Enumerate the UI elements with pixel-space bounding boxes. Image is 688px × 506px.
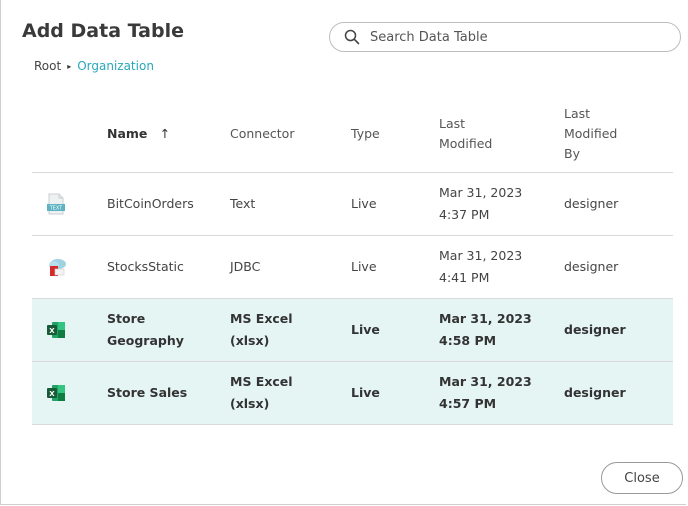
column-header-name[interactable]: Name ↑ xyxy=(107,96,230,173)
row-modified-date: Mar 31, 2023 xyxy=(439,311,532,326)
breadcrumb: Root ▸ Organization xyxy=(34,59,154,73)
dialog-title: Add Data Table xyxy=(22,20,184,42)
row-connector: MS Excel (xlsx) xyxy=(230,298,351,362)
breadcrumb-root[interactable]: Root xyxy=(34,59,61,73)
row-connector: MS Excel (xlsx) xyxy=(230,361,351,425)
row-type: Live xyxy=(351,172,439,236)
row-modified-time: 4:57 PM xyxy=(439,396,497,411)
search-icon xyxy=(344,29,360,45)
row-modified-date: Mar 31, 2023 xyxy=(439,185,523,200)
row-last-modified: Mar 31, 2023 4:37 PM xyxy=(439,172,564,236)
row-connector: JDBC xyxy=(230,235,351,299)
text-file-icon: TEXT xyxy=(47,193,65,215)
jdbc-icon xyxy=(49,259,66,276)
row-name: Store Geography xyxy=(107,298,230,362)
row-last-modified: Mar 31, 2023 4:57 PM xyxy=(439,361,564,425)
row-modified-time: 4:37 PM xyxy=(439,207,490,222)
search-input[interactable] xyxy=(370,29,650,45)
svg-text:X: X xyxy=(49,390,55,398)
data-table-list: Name ↑ Connector Type Last Modified Last… xyxy=(32,96,673,425)
row-modified-by: designer xyxy=(564,298,673,362)
row-modified-date: Mar 31, 2023 xyxy=(439,248,523,263)
close-button[interactable]: Close xyxy=(601,462,683,494)
column-header-last-modified[interactable]: Last Modified xyxy=(439,96,564,173)
svg-text:TEXT: TEXT xyxy=(49,206,64,212)
row-type: Live xyxy=(351,361,439,425)
column-header-last-modified-by[interactable]: Last Modified By xyxy=(564,96,673,173)
column-name-label: Name xyxy=(107,126,148,141)
row-modified-time: 4:41 PM xyxy=(439,270,490,285)
search-box[interactable] xyxy=(329,22,681,52)
add-data-table-dialog: Add Data Table Root ▸ Organization Name … xyxy=(0,0,686,505)
row-type: Live xyxy=(351,298,439,362)
table-row[interactable]: X Store Geography MS Excel (xlsx) Live M… xyxy=(32,298,673,362)
table-row[interactable]: TEXT BitCoinOrders Text Live Mar 31, 202… xyxy=(32,172,673,236)
row-modified-time: 4:58 PM xyxy=(439,333,497,348)
svg-text:X: X xyxy=(49,327,55,335)
row-name: Store Sales xyxy=(107,361,230,425)
table-header-row: Name ↑ Connector Type Last Modified Last… xyxy=(32,96,673,173)
row-modified-by: designer xyxy=(564,235,673,299)
excel-icon: X xyxy=(47,385,65,401)
row-last-modified: Mar 31, 2023 4:41 PM xyxy=(439,235,564,299)
row-modified-by: designer xyxy=(564,172,673,236)
table-row[interactable]: StocksStatic JDBC Live Mar 31, 2023 4:41… xyxy=(32,235,673,299)
icon-column-header xyxy=(32,96,107,173)
row-type: Live xyxy=(351,235,439,299)
breadcrumb-current[interactable]: Organization xyxy=(77,59,154,73)
breadcrumb-separator-icon: ▸ xyxy=(67,61,72,71)
table-row[interactable]: X Store Sales MS Excel (xlsx) Live Mar 3… xyxy=(32,361,673,425)
sort-ascending-icon[interactable]: ↑ xyxy=(160,126,170,141)
row-connector: Text xyxy=(230,172,351,236)
row-last-modified: Mar 31, 2023 4:58 PM xyxy=(439,298,564,362)
excel-icon: X xyxy=(47,322,65,338)
column-header-connector[interactable]: Connector xyxy=(230,96,351,173)
row-modified-by: designer xyxy=(564,361,673,425)
row-modified-date: Mar 31, 2023 xyxy=(439,374,532,389)
row-name: StocksStatic xyxy=(107,235,230,299)
row-name: BitCoinOrders xyxy=(107,172,230,236)
last-modified-by-label: Last Modified By xyxy=(564,106,618,161)
last-modified-label: Last Modified xyxy=(439,116,493,151)
column-header-type[interactable]: Type xyxy=(351,96,439,173)
